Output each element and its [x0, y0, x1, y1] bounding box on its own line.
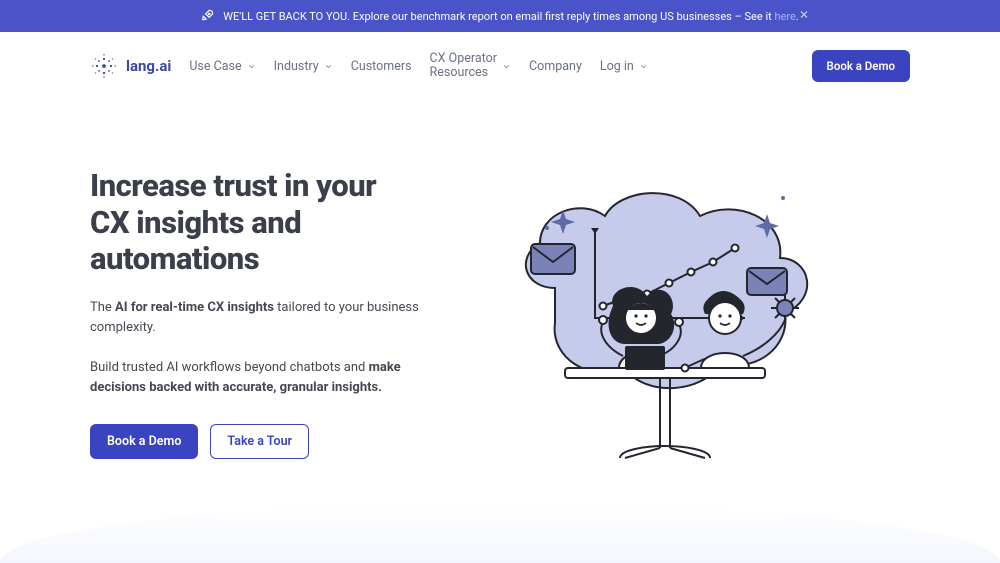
announcement-banner: WE'LL GET BACK TO YOU. Explore our bench… [0, 0, 1000, 32]
hero-copy: Increase trust in your CX insights and a… [90, 168, 420, 482]
logo-icon [90, 52, 118, 80]
nav-customers[interactable]: Customers [351, 59, 412, 74]
nav-login[interactable]: Log in [600, 59, 648, 74]
rocket-icon [201, 8, 215, 25]
logo[interactable]: lang.ai [90, 52, 171, 80]
chevron-down-icon [639, 62, 648, 71]
banner-content: WE'LL GET BACK TO YOU. Explore our bench… [201, 8, 798, 25]
hero-paragraph-1: The AI for real-time CX insights tailore… [90, 298, 420, 338]
hero-book-demo-button[interactable]: Book a Demo [90, 424, 198, 459]
nav-cx-operator-resources[interactable]: CX Operator Resources [430, 52, 511, 80]
close-icon[interactable] [798, 9, 810, 24]
banner-text: WE'LL GET BACK TO YOU. Explore our bench… [223, 10, 798, 23]
hero-title: Increase trust in your CX insights and a… [90, 168, 420, 278]
logo-text: lang.ai [126, 57, 171, 75]
hero-illustration-wrap [420, 168, 910, 482]
hero-illustration [485, 158, 845, 482]
chevron-down-icon [247, 62, 256, 71]
hero-take-tour-button[interactable]: Take a Tour [210, 424, 309, 459]
banner-link[interactable]: here [774, 10, 795, 23]
chevron-down-icon [502, 62, 511, 71]
hero-section: Increase trust in your CX insights and a… [0, 96, 1000, 482]
nav-company[interactable]: Company [529, 59, 582, 74]
main-nav: Use Case Industry Customers CX Operator … [189, 52, 797, 80]
chevron-down-icon [324, 62, 333, 71]
nav-use-case[interactable]: Use Case [189, 59, 255, 74]
hero-inner: Increase trust in your CX insights and a… [90, 168, 910, 482]
hero-cta-row: Book a Demo Take a Tour [90, 424, 420, 459]
hero-paragraph-2: Build trusted AI workflows beyond chatbo… [90, 358, 420, 398]
footer-wave [0, 503, 1000, 563]
nav-wrap: lang.ai Use Case Industry Customers CX O… [90, 50, 910, 82]
site-header: lang.ai Use Case Industry Customers CX O… [0, 32, 1000, 96]
book-demo-button[interactable]: Book a Demo [812, 50, 910, 82]
nav-industry[interactable]: Industry [274, 59, 333, 74]
